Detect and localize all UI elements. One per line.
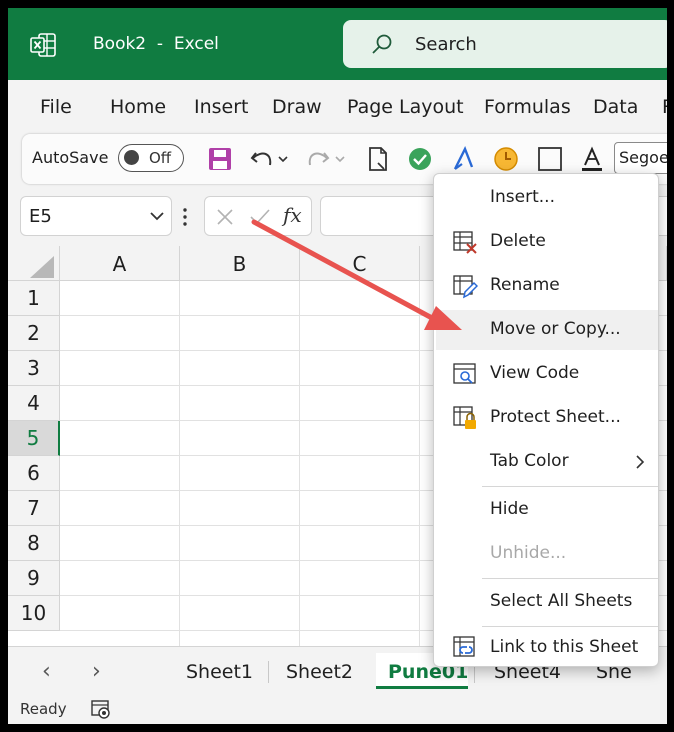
menu-item-label: Insert... xyxy=(490,187,555,207)
chevron-down-icon[interactable] xyxy=(149,209,165,223)
menu-item-label: Link to this Sheet xyxy=(490,637,639,657)
name-box[interactable]: E5 xyxy=(20,196,172,236)
cancel-icon[interactable] xyxy=(215,207,235,227)
menu-formulas[interactable]: Formulas xyxy=(484,96,571,118)
select-all-triangle-icon xyxy=(30,256,54,278)
column-header-a[interactable]: A xyxy=(60,246,180,281)
undo-icon[interactable] xyxy=(248,145,288,173)
gridline xyxy=(299,281,300,646)
draw-pen-icon[interactable] xyxy=(450,145,478,173)
status-text: Ready xyxy=(20,700,67,718)
row-header[interactable]: 7 xyxy=(8,491,60,526)
border-icon[interactable] xyxy=(536,145,564,173)
menu-item-hide[interactable]: Hide xyxy=(436,490,658,530)
row-header[interactable]: 6 xyxy=(8,456,60,491)
column-header-c[interactable]: C xyxy=(300,246,420,281)
menu-item-label: Select All Sheets xyxy=(490,591,633,611)
menu-item-label: Tab Color xyxy=(490,451,569,471)
menu-item-view-code[interactable]: View Code xyxy=(436,354,658,394)
menu-item-label: Rename xyxy=(490,275,560,295)
column-header-b[interactable]: B xyxy=(180,246,300,281)
menu-file[interactable]: File xyxy=(40,96,72,118)
menu-item-select-all-sheets[interactable]: Select All Sheets xyxy=(436,582,658,622)
menu-item-protect-sheet[interactable]: Protect Sheet... xyxy=(436,398,658,438)
sheet-tab-sheet1[interactable]: Sheet1 xyxy=(174,653,265,689)
autosave-label: AutoSave xyxy=(32,148,109,167)
menu-item-label: Move or Copy... xyxy=(490,319,621,339)
clock-icon[interactable] xyxy=(492,145,520,173)
search-icon xyxy=(372,34,392,54)
excel-logo-icon xyxy=(30,33,56,57)
menu-item-link-to-sheet[interactable]: Link to this Sheet xyxy=(436,628,658,668)
menu-item-move-or-copy[interactable]: Move or Copy... xyxy=(436,310,658,350)
font-color-icon[interactable] xyxy=(578,145,606,173)
menu-item-insert[interactable]: Insert... xyxy=(436,178,658,218)
row-header[interactable]: 4 xyxy=(8,386,60,421)
window-title: Book2 - Excel xyxy=(93,34,219,54)
enter-check-icon[interactable] xyxy=(249,207,271,227)
tab-separator xyxy=(268,661,269,683)
redo-icon[interactable] xyxy=(306,145,346,173)
name-box-value: E5 xyxy=(29,206,52,227)
toggle-knob xyxy=(124,150,139,165)
row-header[interactable]: 10 xyxy=(8,596,60,631)
row-header[interactable]: 8 xyxy=(8,526,60,561)
row-header-active[interactable]: 5 xyxy=(8,421,60,456)
row-header[interactable]: 3 xyxy=(8,351,60,386)
menu-separator xyxy=(482,578,658,579)
menu-item-rename[interactable]: Rename xyxy=(436,266,658,306)
title-bar: Book2 - Excel Search xyxy=(8,8,667,80)
font-name-box[interactable]: Segoe xyxy=(614,142,667,174)
insert-function-button[interactable]: fx xyxy=(283,203,302,227)
more-options-icon[interactable] xyxy=(182,206,188,228)
formula-actions: fx xyxy=(204,196,312,236)
select-all-corner[interactable] xyxy=(8,246,60,281)
menu-separator xyxy=(482,626,658,627)
ribbon-tabs: File Home Insert Draw Page Layout Formul… xyxy=(8,80,667,136)
accessibility-icon[interactable] xyxy=(90,698,112,720)
delete-sheet-icon xyxy=(453,231,477,254)
toggle-state: Off xyxy=(149,149,172,167)
chevron-right-icon xyxy=(636,455,645,469)
status-bar: Ready xyxy=(8,694,667,724)
next-sheet-button[interactable]: › xyxy=(92,659,101,684)
menu-item-label: Protect Sheet... xyxy=(490,407,621,427)
gridline xyxy=(179,281,180,646)
menu-item-label: Unhide... xyxy=(490,543,567,563)
menu-item-delete[interactable]: Delete xyxy=(436,222,658,262)
save-icon[interactable] xyxy=(206,145,234,173)
search-box[interactable]: Search xyxy=(343,20,667,68)
previous-sheet-button[interactable]: ‹ xyxy=(42,659,51,684)
menu-data[interactable]: Data xyxy=(593,96,638,118)
sheet-tab-sheet2[interactable]: Sheet2 xyxy=(274,653,365,689)
gridline xyxy=(419,281,420,646)
rename-sheet-icon xyxy=(453,275,478,299)
view-code-icon xyxy=(453,363,476,384)
sheet-context-menu: Insert... Delete Rename Move or Copy... xyxy=(433,173,659,667)
menu-item-unhide: Unhide... xyxy=(436,534,658,574)
autosave-toggle[interactable]: Off xyxy=(118,144,184,172)
row-header[interactable]: 1 xyxy=(8,281,60,316)
menu-item-label: View Code xyxy=(490,363,580,383)
menu-review[interactable]: R xyxy=(662,96,667,118)
link-sheet-icon xyxy=(453,636,475,657)
check-circle-icon[interactable] xyxy=(406,145,434,173)
menu-insert[interactable]: Insert xyxy=(194,96,249,118)
search-label: Search xyxy=(415,34,477,55)
menu-draw[interactable]: Draw xyxy=(272,96,322,118)
excel-window: Book2 - Excel Search File Home Insert Dr… xyxy=(8,8,667,724)
menu-item-tab-color[interactable]: Tab Color xyxy=(436,442,658,482)
menu-page-layout[interactable]: Page Layout xyxy=(347,96,464,118)
row-header[interactable]: 9 xyxy=(8,561,60,596)
row-header[interactable]: 2 xyxy=(8,316,60,351)
menu-home[interactable]: Home xyxy=(110,96,166,118)
menu-item-label: Hide xyxy=(490,499,529,519)
new-document-icon[interactable] xyxy=(364,145,392,173)
protect-sheet-icon xyxy=(453,406,476,429)
menu-separator xyxy=(482,486,658,487)
menu-item-label: Delete xyxy=(490,231,546,251)
